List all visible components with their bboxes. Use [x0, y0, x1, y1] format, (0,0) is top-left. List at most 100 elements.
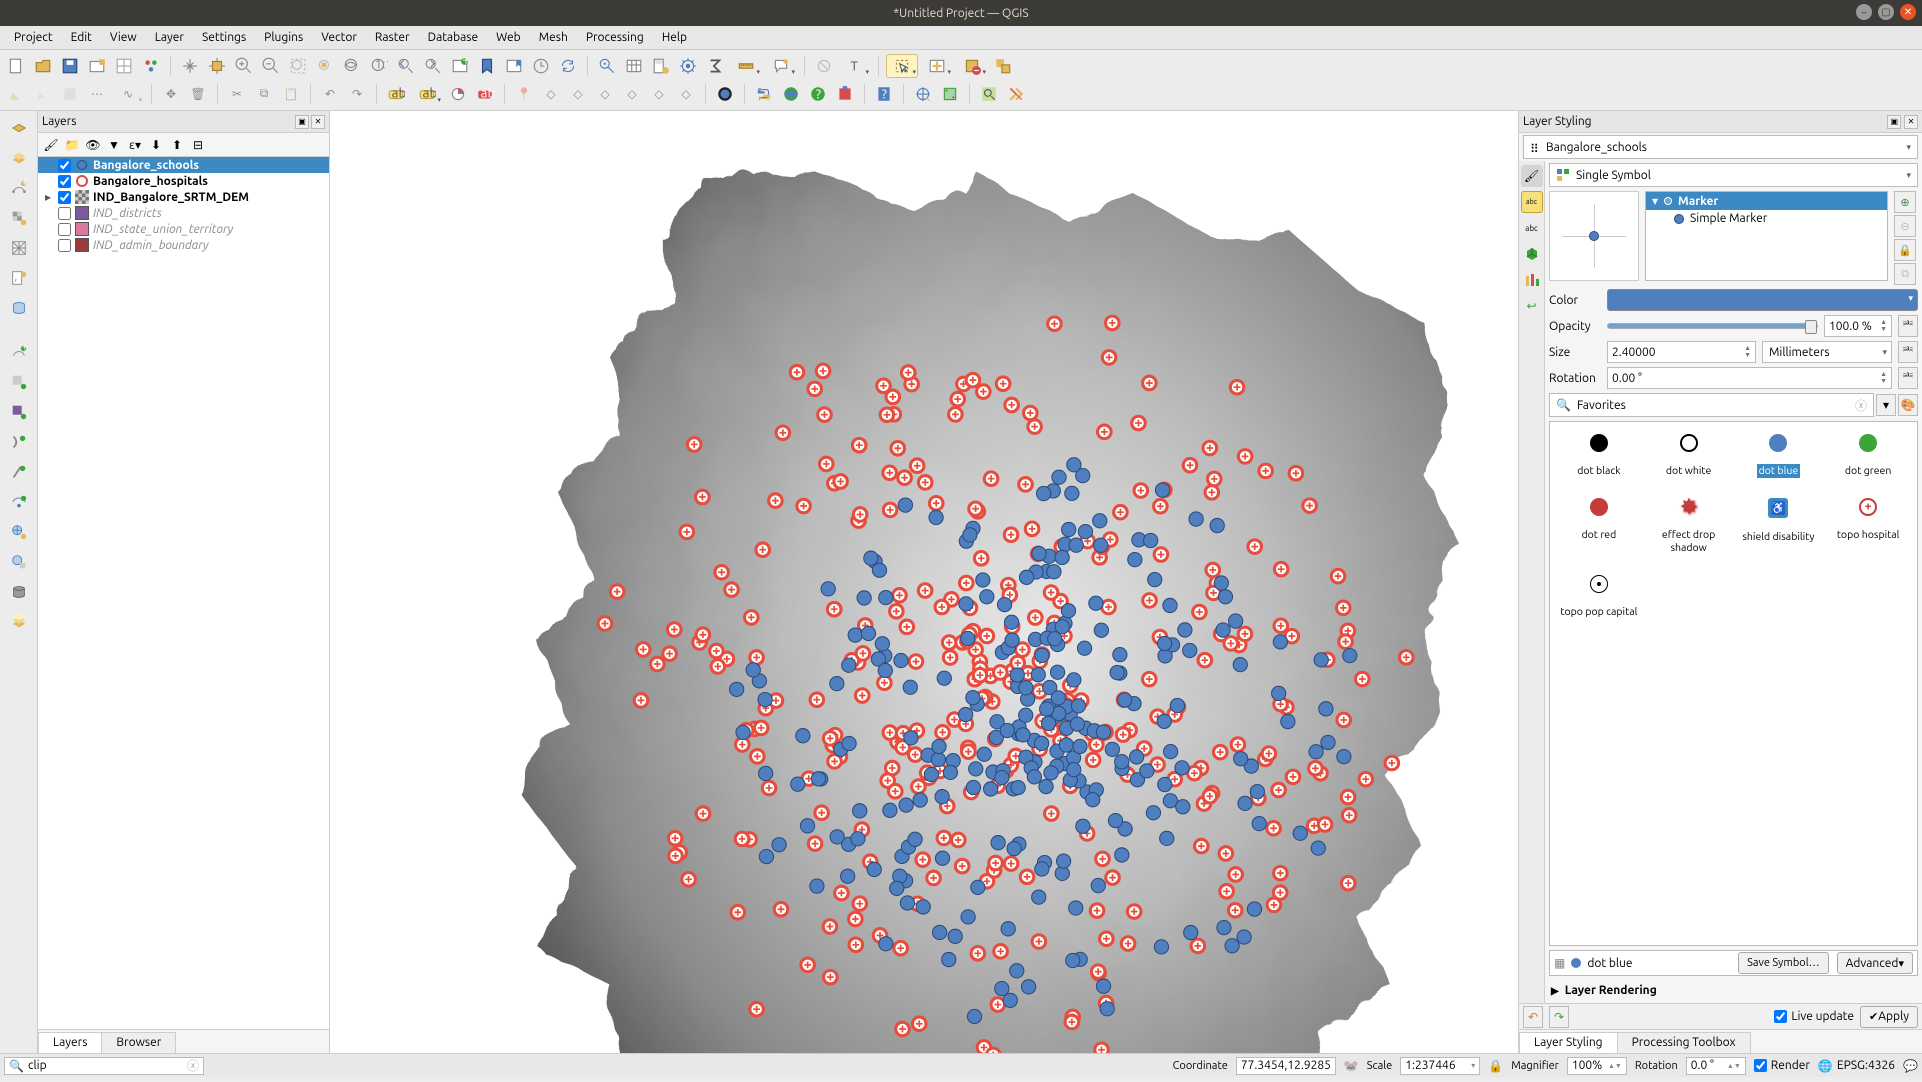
- layer-item-IND_admin_boundary[interactable]: IND_admin_boundary: [38, 237, 329, 253]
- style-manager-icon[interactable]: [139, 54, 163, 78]
- map-tips-icon[interactable]: [765, 54, 797, 78]
- coordinate-field[interactable]: 77.3454,12.9285: [1236, 1057, 1336, 1075]
- map-canvas[interactable]: [330, 111, 1519, 1053]
- favorite-effect-drop-shadow[interactable]: ✸effect drop shadow: [1648, 498, 1730, 555]
- lock-scale-icon[interactable]: 🔒: [1488, 1059, 1503, 1073]
- python-console-icon[interactable]: [752, 82, 776, 106]
- add-raster-icon[interactable]: [6, 205, 32, 231]
- add-wms-icon[interactable]: [6, 519, 32, 545]
- label5-icon[interactable]: ◇: [647, 82, 671, 106]
- new-project-icon[interactable]: [4, 54, 28, 78]
- window-minimize-button[interactable]: –: [1856, 4, 1872, 20]
- layer-item-Bangalore_hospitals[interactable]: Bangalore_hospitals: [38, 173, 329, 189]
- open-project-icon[interactable]: [31, 54, 55, 78]
- zoom-to-selection-icon[interactable]: [313, 54, 337, 78]
- size-spin[interactable]: 2.40000▲▼: [1607, 341, 1756, 363]
- history-tab-icon[interactable]: [1521, 269, 1543, 291]
- move-feature-icon[interactable]: ✥: [159, 82, 183, 106]
- zoom-last-icon[interactable]: [394, 54, 418, 78]
- coord-capture-icon[interactable]: [911, 82, 935, 106]
- new-shapefile-icon[interactable]: [6, 369, 32, 395]
- cut-icon[interactable]: ✂: [225, 82, 249, 106]
- favorites-grid[interactable]: dot blackdot whitedot bluedot greendot r…: [1549, 421, 1918, 946]
- favorites-search[interactable]: 🔍 Favorites ⓧ: [1549, 393, 1874, 417]
- zoom-native-icon[interactable]: 1:1: [367, 54, 391, 78]
- pan-to-selection-icon[interactable]: [205, 54, 229, 78]
- labels-tab-icon[interactable]: abc: [1521, 191, 1543, 213]
- styling-close-button[interactable]: ✕: [1904, 115, 1918, 129]
- deselect-icon[interactable]: [956, 54, 988, 78]
- identify-icon[interactable]: [595, 54, 619, 78]
- window-maximize-button[interactable]: ▢: [1878, 4, 1894, 20]
- menu-database[interactable]: Database: [420, 29, 487, 46]
- undo-icon[interactable]: ↶: [318, 82, 342, 106]
- menu-layer[interactable]: Layer: [147, 29, 192, 46]
- add-feature-icon[interactable]: ⋯: [85, 82, 109, 106]
- statistical-summary-icon[interactable]: [703, 54, 727, 78]
- new-temp-scratch-icon[interactable]: [6, 429, 32, 455]
- tab-processing-toolbox[interactable]: Processing Toolbox: [1617, 1032, 1751, 1053]
- show-bookmarks-icon[interactable]: [502, 54, 526, 78]
- remove-layer-icon[interactable]: ⊟: [189, 136, 207, 154]
- live-update-checkbox[interactable]: Live update: [1774, 1010, 1854, 1023]
- styling-layer-combo[interactable]: ⠿ Bangalore_schools: [1523, 135, 1918, 159]
- zoom-full-icon[interactable]: [286, 54, 310, 78]
- advanced-button[interactable]: Advanced ▾: [1837, 952, 1913, 974]
- plugin-icon[interactable]: [833, 82, 857, 106]
- apply-button[interactable]: ✔ Apply: [1860, 1006, 1918, 1028]
- opacity-slider[interactable]: [1607, 323, 1818, 329]
- remove-symbol-layer-button[interactable]: ⊖: [1894, 215, 1916, 237]
- temporal-controller-icon[interactable]: [529, 54, 553, 78]
- masks-tab-icon[interactable]: abc: [1521, 217, 1543, 239]
- menu-project[interactable]: Project: [6, 29, 61, 46]
- undo-style-button[interactable]: ↶: [1523, 1006, 1543, 1028]
- paste-icon[interactable]: 📋: [279, 82, 303, 106]
- menu-raster[interactable]: Raster: [367, 29, 418, 46]
- lock-symbol-layer-button[interactable]: 🔒: [1894, 239, 1916, 261]
- favorite-dot-red[interactable]: dot red: [1558, 498, 1640, 555]
- save-project-icon[interactable]: [58, 54, 82, 78]
- marker-tree[interactable]: ▾Marker Simple Marker: [1645, 191, 1888, 281]
- messages-icon[interactable]: 💬: [1903, 1059, 1918, 1073]
- size-override-button[interactable]: ⎃: [1898, 341, 1918, 363]
- redo-icon[interactable]: ↷: [345, 82, 369, 106]
- toggle-extents-icon[interactable]: 🐭: [1344, 1059, 1359, 1073]
- label-toolbar-icon[interactable]: abc: [473, 82, 497, 106]
- favorite-shield-disability[interactable]: ♿shield disability: [1738, 498, 1820, 555]
- label-layer-icon[interactable]: abc: [384, 82, 408, 106]
- rotation-spin[interactable]: 0.00 °▲▼: [1607, 367, 1892, 389]
- pan-icon[interactable]: [178, 54, 202, 78]
- menu-vector[interactable]: Vector: [313, 29, 365, 46]
- move-label-icon[interactable]: ◇: [566, 82, 590, 106]
- text-annotation-icon[interactable]: T: [839, 54, 871, 78]
- color-button[interactable]: [1607, 289, 1918, 311]
- menu-plugins[interactable]: Plugins: [256, 29, 311, 46]
- tab-layer-styling[interactable]: Layer Styling: [1519, 1032, 1618, 1053]
- window-close-button[interactable]: ✕: [1900, 4, 1916, 20]
- new-gpx-icon[interactable]: [6, 489, 32, 515]
- save-symbol-button[interactable]: Save Symbol…: [1738, 952, 1829, 974]
- metasearch-icon[interactable]: [713, 82, 737, 106]
- new-print-layout-icon[interactable]: [85, 54, 109, 78]
- filter-legend-icon[interactable]: ▼: [105, 136, 123, 154]
- refresh-icon[interactable]: [556, 54, 580, 78]
- symbology-tab-icon[interactable]: 🖌: [1521, 165, 1543, 187]
- layout-manager-icon[interactable]: [112, 54, 136, 78]
- zoom-in-icon[interactable]: [232, 54, 256, 78]
- manage-themes-icon[interactable]: 👁: [84, 136, 102, 154]
- layer-item-IND_Bangalore_SRTM_DEM[interactable]: ▸IND_Bangalore_SRTM_DEM: [38, 189, 329, 205]
- menu-edit[interactable]: Edit: [63, 29, 100, 46]
- copy-icon[interactable]: ⧉: [252, 82, 276, 106]
- rotation-override-button[interactable]: ⎃: [1898, 367, 1918, 389]
- crs-button[interactable]: 🌐 EPSG:4326: [1818, 1059, 1895, 1073]
- add-spatialite-icon[interactable]: [6, 295, 32, 321]
- diagram-icon[interactable]: [446, 82, 470, 106]
- size-unit-combo[interactable]: Millimeters: [1762, 341, 1892, 363]
- panel-float-button[interactable]: ▣: [295, 115, 309, 129]
- current-edits-icon[interactable]: [4, 82, 28, 106]
- favorite-topo-pop-capital[interactable]: topo pop capital: [1558, 575, 1640, 619]
- highlight-labels-icon[interactable]: ◇: [539, 82, 563, 106]
- new-geopackage-icon[interactable]: [6, 145, 32, 171]
- layer-tree[interactable]: Bangalore_schoolsBangalore_hospitals▸IND…: [38, 157, 329, 1029]
- add-delimited-text-icon[interactable]: ,: [6, 265, 32, 291]
